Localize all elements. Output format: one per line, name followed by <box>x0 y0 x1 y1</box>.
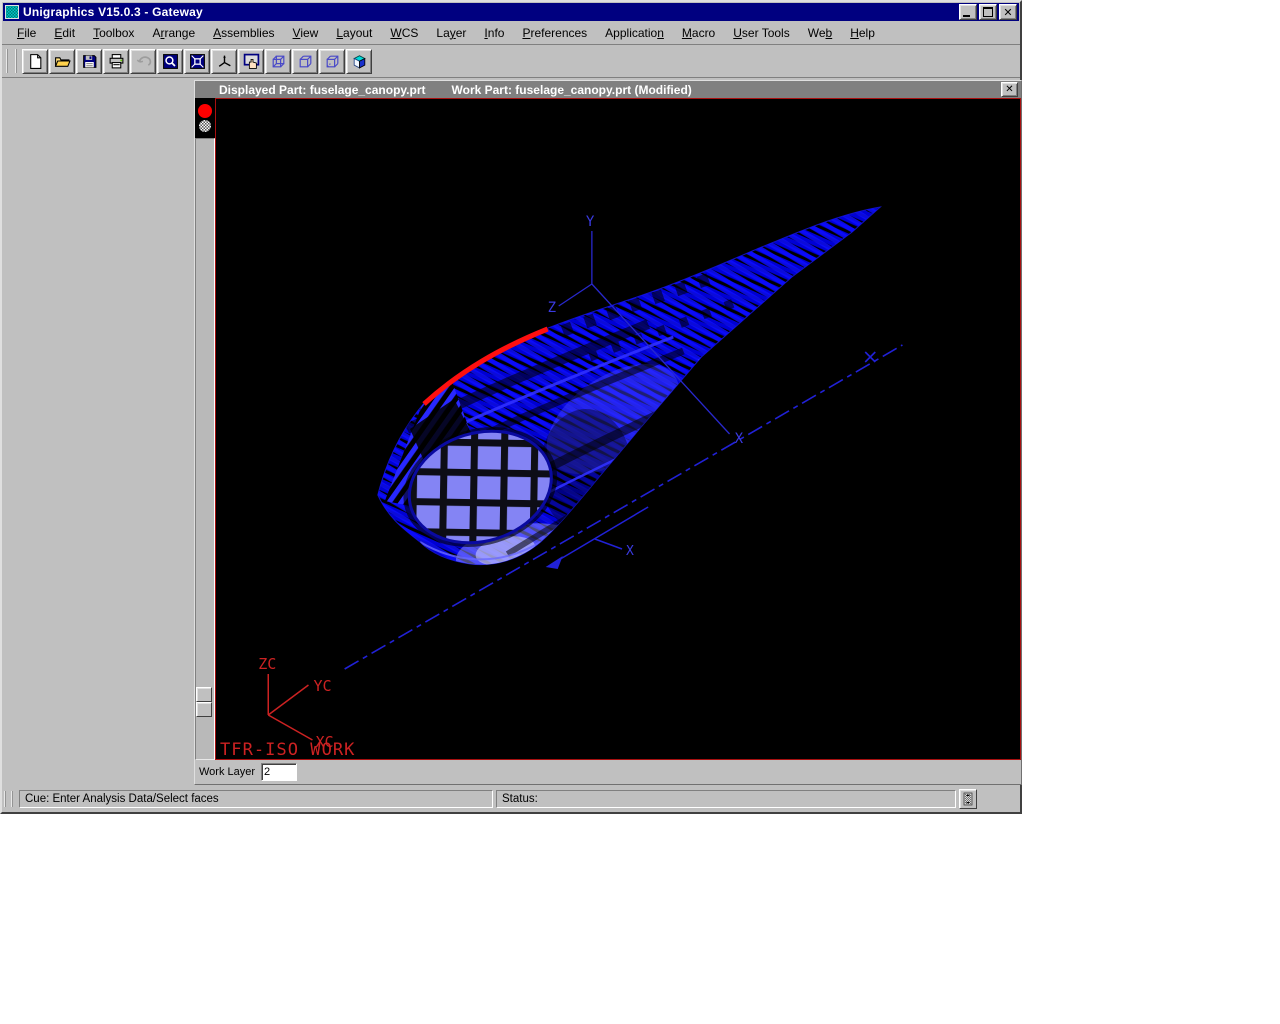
axis-y-label: Y <box>586 214 595 230</box>
shaded-view-button[interactable] <box>346 49 372 74</box>
menu-item-edit[interactable]: Edit <box>54 26 75 40</box>
view-status-label: TFR-ISO WORK <box>220 740 355 759</box>
axis-z-label: Z <box>548 300 556 316</box>
mini-scrollbar-icon <box>963 792 973 806</box>
menu-item-preferences[interactable]: Preferences <box>522 26 587 40</box>
menu-item-file[interactable]: File <box>17 26 36 40</box>
viewport-canvas[interactable]: Y Z X X <box>216 99 1020 759</box>
menu-item-help[interactable]: Help <box>850 26 875 40</box>
displayed-part-label: Displayed Part: fuselage_canopy.prt <box>219 83 426 97</box>
work-part-label: Work Part: fuselage_canopy.prt (Modified… <box>452 83 692 97</box>
statusbar-drag-handle[interactable] <box>4 791 13 807</box>
viewport[interactable]: Y Z X X <box>215 98 1021 760</box>
work-layer-label: Work Layer <box>199 766 255 778</box>
open-part-button[interactable] <box>49 49 75 74</box>
status-panel: Status: <box>496 790 956 808</box>
fit-view-button[interactable] <box>184 49 210 74</box>
menu-item-layer[interactable]: Layer <box>436 26 466 40</box>
menu-item-wcs[interactable]: WCS <box>390 26 418 40</box>
wcs-zc-label: ZC <box>258 655 276 673</box>
save-part-button[interactable] <box>76 49 102 74</box>
menu-item-web[interactable]: Web <box>808 26 832 40</box>
workspace-background: Displayed Part: fuselage_canopy.prt Work… <box>2 78 1020 786</box>
save-floppy-icon <box>81 53 98 70</box>
maximize-button[interactable] <box>979 4 997 20</box>
view-scrollbar-thumb[interactable] <box>196 687 212 717</box>
new-document-icon <box>27 53 44 70</box>
axis-x-label: X <box>735 431 744 447</box>
menu-item-arrange[interactable]: Arrange <box>152 26 195 40</box>
wireframe-view-3-button[interactable] <box>319 49 345 74</box>
minimize-icon <box>963 15 970 17</box>
status-scroll-button[interactable] <box>959 789 977 809</box>
wire-cube-icon <box>270 53 287 70</box>
menu-item-assemblies[interactable]: Assemblies <box>213 26 274 40</box>
minimize-button[interactable] <box>959 4 977 20</box>
print-button[interactable] <box>103 49 129 74</box>
zoom-view-button[interactable] <box>157 49 183 74</box>
close-icon: ✕ <box>1005 85 1013 95</box>
work-layer-input[interactable] <box>261 763 297 781</box>
wire-cube-2-icon <box>297 53 314 70</box>
open-folder-icon <box>54 53 71 70</box>
menu-item-user-tools[interactable]: User Tools <box>733 26 789 40</box>
menu-item-application[interactable]: Application <box>605 26 664 40</box>
menu-item-toolbox[interactable]: Toolbox <box>93 26 134 40</box>
menu-item-layout[interactable]: Layout <box>336 26 372 40</box>
new-part-button[interactable] <box>22 49 48 74</box>
toolbar-drag-handle[interactable] <box>6 49 17 73</box>
fit-window-icon <box>189 53 206 70</box>
cue-text: Cue: Enter Analysis Data/Select faces <box>25 793 219 805</box>
stop-button[interactable] <box>198 104 212 118</box>
graphics-close-button[interactable]: ✕ <box>1001 82 1018 97</box>
menu-item-macro[interactable]: Macro <box>682 26 715 40</box>
titlebar[interactable]: Unigraphics V15.0.3 - Gateway ✕ <box>3 3 1019 21</box>
menu-item-info[interactable]: Info <box>484 26 504 40</box>
shaded-cube-icon <box>351 53 368 70</box>
undo-button[interactable] <box>130 49 156 74</box>
progress-dot-icon <box>199 120 211 132</box>
interrupt-panel <box>195 98 215 138</box>
datum-x-label: X <box>626 544 634 559</box>
orient-csys-button[interactable] <box>211 49 237 74</box>
application-window: Unigraphics V15.0.3 - Gateway ✕ File Edit… <box>0 0 1022 814</box>
cue-panel: Cue: Enter Analysis Data/Select faces <box>19 790 493 808</box>
work-layer-row: Work Layer <box>195 760 1021 784</box>
wireframe-view-2-button[interactable] <box>292 49 318 74</box>
toolbar <box>2 45 1020 78</box>
wireframe-view-1-button[interactable] <box>265 49 291 74</box>
window-title: Unigraphics V15.0.3 - Gateway <box>23 5 957 19</box>
printer-icon <box>108 53 125 70</box>
graphics-window: Displayed Part: fuselage_canopy.prt Work… <box>194 80 1022 785</box>
wcs-yc-label: YC <box>313 677 331 695</box>
graphics-window-titlebar[interactable]: Displayed Part: fuselage_canopy.prt Work… <box>195 81 1021 98</box>
axes-triad-icon <box>216 53 233 70</box>
unigraphics-logo-icon <box>5 5 19 19</box>
view-scrollbar[interactable] <box>195 138 215 760</box>
status-bar: Cue: Enter Analysis Data/Select faces St… <box>2 786 1020 812</box>
pan-hand-icon <box>243 53 260 70</box>
maximize-icon <box>983 7 993 17</box>
status-text: Status: <box>502 793 538 805</box>
menu-bar: File Edit Toolbox Arrange Assemblies View Layo… <box>2 22 1020 45</box>
view-control-strip <box>195 98 215 760</box>
zoom-window-icon <box>162 53 179 70</box>
close-button[interactable]: ✕ <box>999 4 1017 20</box>
close-icon: ✕ <box>1003 7 1012 18</box>
pan-view-button[interactable] <box>238 49 264 74</box>
undo-arrow-icon <box>135 53 152 70</box>
wire-cube-3-icon <box>324 53 341 70</box>
menu-item-view[interactable]: View <box>293 26 319 40</box>
